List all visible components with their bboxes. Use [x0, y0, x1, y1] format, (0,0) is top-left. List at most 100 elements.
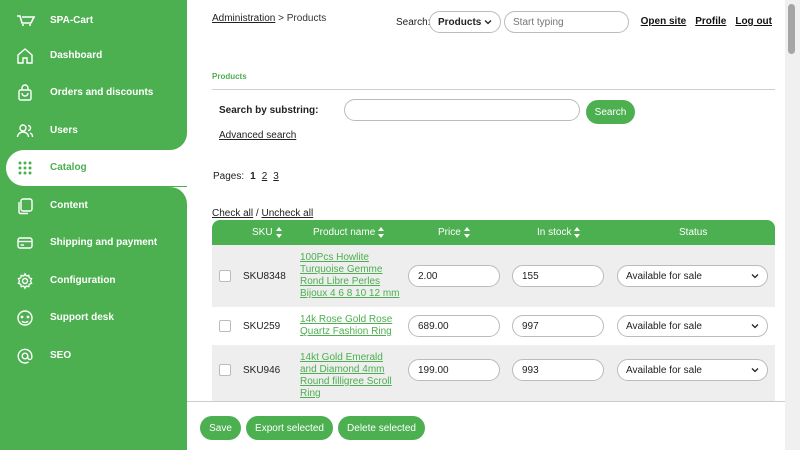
row-checkbox[interactable]	[219, 320, 231, 332]
sort-icon	[275, 227, 283, 238]
stock-input[interactable]: 993	[512, 359, 604, 381]
sidebar-item-users[interactable]: Users	[0, 113, 187, 149]
brand[interactable]: SPA-Cart	[16, 12, 93, 28]
row-sku: SKU946	[243, 365, 281, 376]
column-label: Price	[438, 227, 461, 238]
column-label: Status	[679, 227, 708, 238]
status-select[interactable]: Available for sale	[617, 359, 768, 381]
chevron-down-icon	[751, 324, 759, 329]
pagination-label: Pages:	[213, 171, 245, 182]
table-row: SKU8348 100Pcs Howlite Turquoise Gemme R…	[212, 245, 775, 307]
substring-search-label: Search by substring:	[219, 105, 319, 116]
sort-icon	[463, 227, 471, 238]
status-select[interactable]: Available for sale	[617, 315, 768, 337]
sidebar-item-catalog[interactable]: Catalog	[6, 150, 196, 186]
price-input[interactable]: 199.00	[408, 359, 500, 381]
chevron-down-icon	[751, 274, 759, 279]
sidebar-item-label: Content	[50, 200, 88, 211]
column-status: Status	[679, 220, 707, 245]
column-in-stock[interactable]: In stock	[537, 220, 581, 245]
users-icon	[16, 124, 34, 138]
scrollbar[interactable]	[785, 0, 800, 450]
sidebar-item-content[interactable]: Content	[0, 188, 187, 224]
status-value: Available for sale	[626, 270, 702, 282]
sidebar-item-dashboard[interactable]: Dashboard	[0, 38, 187, 74]
home-icon	[17, 48, 33, 64]
sidebar-item-shipping[interactable]: Shipping and payment	[0, 225, 187, 261]
price-input[interactable]: 689.00	[408, 315, 500, 337]
cart-logo-icon	[17, 15, 36, 26]
export-selected-button[interactable]: Export selected	[246, 416, 333, 440]
brand-name: SPA-Cart	[50, 14, 94, 26]
product-name-link[interactable]: 100Pcs Howlite Turquoise Gemme Rond Libr…	[300, 252, 400, 300]
sidebar-item-configuration[interactable]: Configuration	[0, 263, 187, 299]
page-link[interactable]: 2	[262, 171, 268, 182]
uncheck-all-link[interactable]: Uncheck all	[261, 208, 313, 219]
search-button[interactable]: Search	[586, 100, 635, 124]
global-search-input[interactable]	[504, 11, 629, 33]
sort-icon	[574, 227, 581, 238]
column-label: SKU	[252, 227, 273, 238]
chevron-down-icon	[484, 20, 492, 25]
sidebar-item-support[interactable]: Support desk	[0, 300, 187, 336]
row-checkbox[interactable]	[219, 364, 231, 376]
column-product-name[interactable]: Product name	[313, 220, 385, 245]
page-current: 1	[250, 171, 256, 182]
search-scope-select[interactable]: Products	[429, 11, 501, 33]
action-bar: Save Export selected Delete selected	[187, 401, 785, 450]
check-all-link[interactable]: Check all	[212, 208, 253, 219]
table-row: SKU946 14kt Gold Emerald and Diamond 4mm…	[212, 345, 775, 401]
selection-links: Check all / Uncheck all	[212, 208, 313, 219]
row-sku: SKU8348	[243, 271, 286, 282]
profile-link[interactable]: Profile	[695, 16, 726, 27]
status-value: Available for sale	[626, 364, 702, 376]
open-site-link[interactable]: Open site	[641, 16, 687, 27]
advanced-search-link[interactable]: Advanced search	[219, 130, 296, 141]
section-title: Products	[212, 72, 247, 81]
pages-icon	[18, 198, 33, 215]
table-row: SKU259 14k Rose Gold Rose Quartz Fashion…	[212, 307, 775, 345]
column-price[interactable]: Price	[438, 220, 471, 245]
breadcrumb: Administration > Products	[212, 13, 326, 24]
sidebar: SPA-Cart Dashboard Orders and discounts …	[0, 0, 196, 450]
search-label: Search:	[396, 17, 431, 28]
pagination: Pages: 1 2 3	[213, 171, 279, 182]
delete-selected-button[interactable]: Delete selected	[338, 416, 425, 440]
sidebar-item-seo[interactable]: SEO	[0, 338, 187, 374]
breadcrumb-administration-link[interactable]: Administration	[212, 13, 275, 24]
product-name-link[interactable]: 14kt Gold Emerald and Diamond 4mm Round …	[300, 352, 400, 400]
sidebar-item-orders[interactable]: Orders and discounts	[0, 75, 187, 111]
divider	[212, 89, 775, 90]
sort-icon	[378, 227, 385, 238]
column-sku[interactable]: SKU	[252, 220, 283, 245]
sidebar-item-label: Shipping and payment	[50, 237, 158, 248]
stock-input[interactable]: 997	[512, 315, 604, 337]
grid-dots-icon	[18, 161, 32, 175]
search-scope-value: Products	[438, 16, 482, 28]
stock-input[interactable]: 155	[512, 265, 604, 287]
support-icon	[17, 310, 33, 326]
chevron-down-icon	[751, 368, 759, 373]
logout-link[interactable]: Log out	[735, 16, 772, 27]
price-input[interactable]: 2.00	[408, 265, 500, 287]
credit-card-icon	[17, 237, 33, 249]
substring-search-input[interactable]	[344, 99, 580, 121]
scrollbar-thumb[interactable]	[788, 4, 795, 54]
status-value: Available for sale	[626, 320, 702, 332]
sidebar-item-label: Orders and discounts	[50, 87, 154, 98]
column-label: Product name	[313, 227, 376, 238]
product-name-link[interactable]: 14k Rose Gold Rose Quartz Fashion Ring	[300, 314, 400, 338]
status-select[interactable]: Available for sale	[617, 265, 768, 287]
sidebar-item-label: Dashboard	[50, 50, 103, 61]
row-sku: SKU259	[243, 321, 281, 332]
save-button[interactable]: Save	[200, 416, 241, 440]
table-header: SKU Product name Price In stock Status	[212, 220, 775, 245]
sidebar-item-label: Catalog	[50, 162, 87, 173]
row-checkbox[interactable]	[219, 270, 231, 282]
sidebar-item-label: Support desk	[50, 312, 114, 323]
gear-icon	[17, 272, 33, 290]
page-link[interactable]: 3	[273, 171, 279, 182]
top-links: Open site Profile Log out	[641, 16, 772, 27]
sidebar-item-label: Configuration	[50, 275, 116, 286]
sidebar-item-label: SEO	[50, 350, 72, 361]
